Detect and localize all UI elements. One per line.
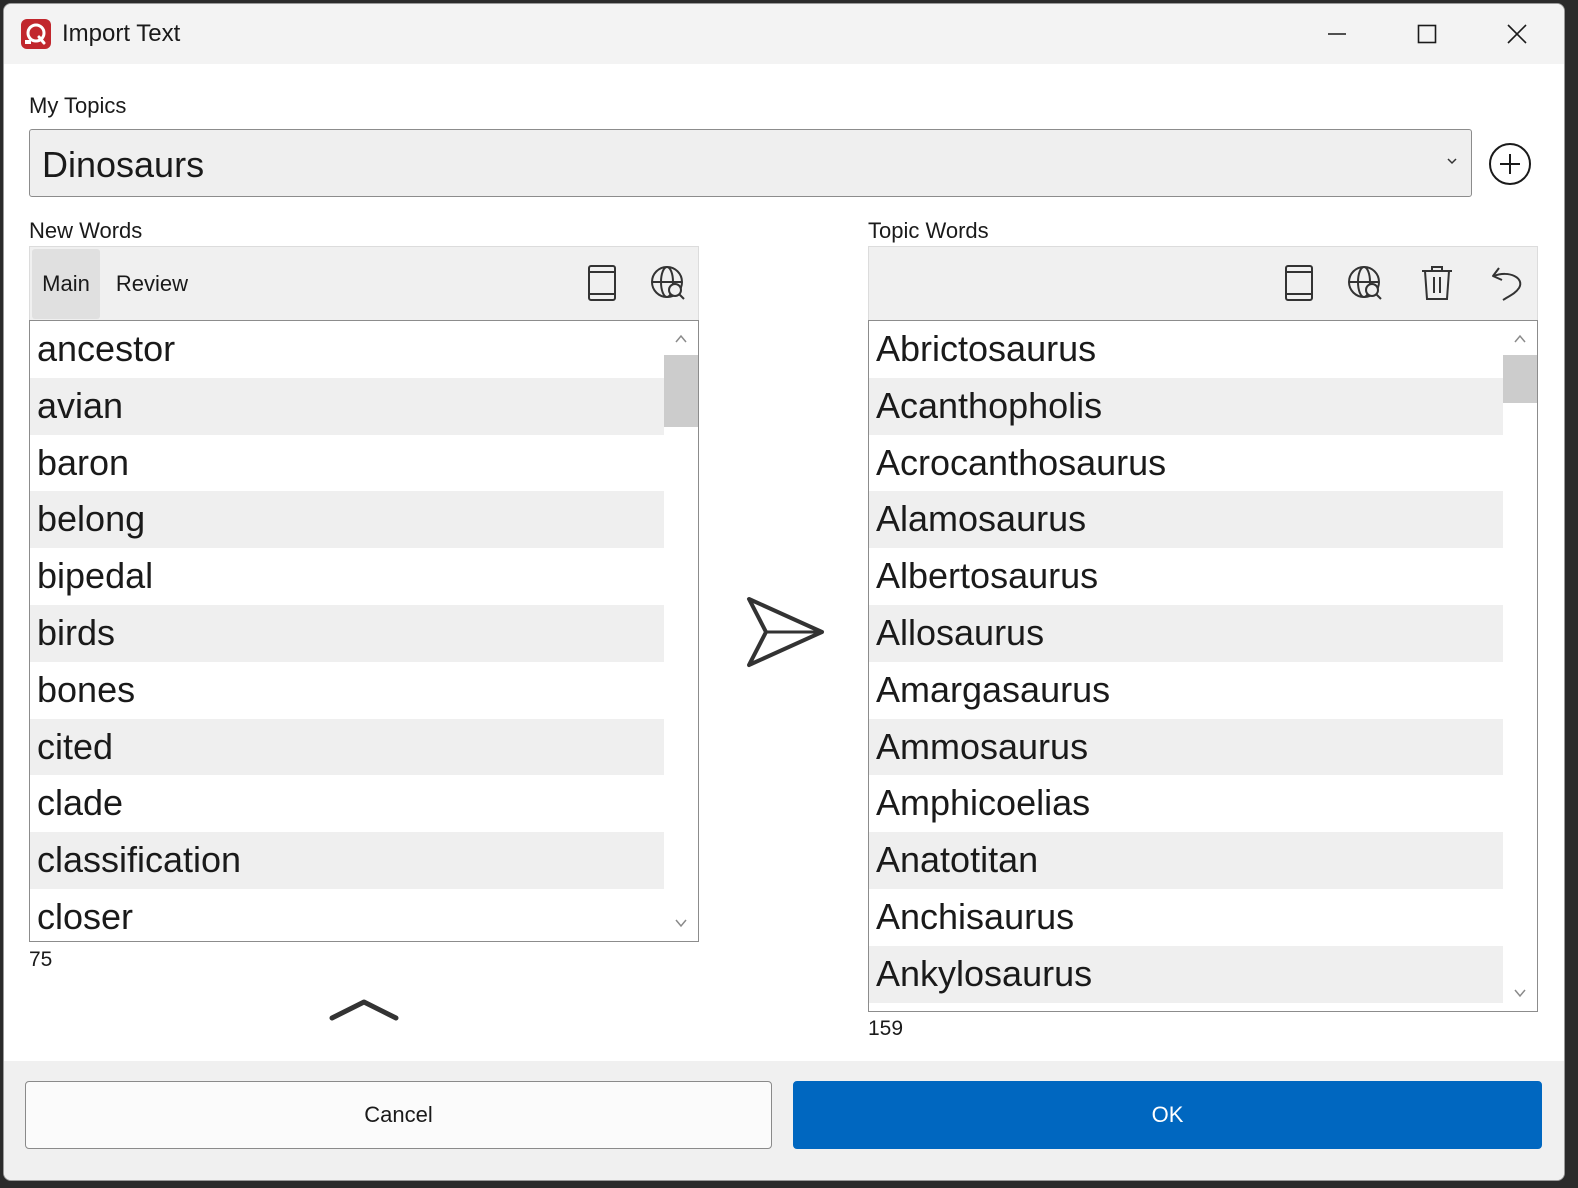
new-words-toolbar: Main Review xyxy=(29,246,699,320)
tab-review[interactable]: Review xyxy=(110,249,194,319)
list-item[interactable]: Acanthopholis xyxy=(869,377,1503,435)
dialog-footer: Cancel OK xyxy=(4,1061,1564,1180)
new-words-items: ancestor avian baron belong bipedal birds bone… xyxy=(30,321,664,941)
scroll-up-icon[interactable] xyxy=(1512,331,1528,347)
list-item[interactable]: Albertosaurus xyxy=(869,548,1503,605)
trash-icon xyxy=(1422,266,1452,300)
new-words-label: New Words xyxy=(29,218,143,243)
scroll-thumb[interactable] xyxy=(1503,355,1537,403)
new-words-dictionary-button[interactable] xyxy=(580,261,624,305)
list-item[interactable]: cited xyxy=(30,718,664,776)
list-item[interactable]: Allosaurus xyxy=(869,604,1503,662)
close-button[interactable] xyxy=(1472,4,1562,64)
new-words-list[interactable]: ancestor avian baron belong bipedal birds bone… xyxy=(29,320,699,942)
maximize-icon xyxy=(1417,24,1437,44)
list-item[interactable]: Anatotitan xyxy=(869,832,1503,889)
topic-words-scrollbar[interactable] xyxy=(1503,321,1537,1011)
list-item[interactable]: Amargasaurus xyxy=(869,662,1503,719)
send-to-topic-icon[interactable] xyxy=(744,594,828,670)
list-item[interactable]: birds xyxy=(30,604,664,662)
add-topic-button[interactable] xyxy=(1487,141,1533,187)
app-logo-icon xyxy=(21,19,51,49)
new-words-web-lookup-button[interactable] xyxy=(646,261,690,305)
topic-words-label: Topic Words xyxy=(868,218,989,243)
list-item[interactable]: Anchisaurus xyxy=(869,889,1503,946)
list-item[interactable]: Abrictosaurus xyxy=(869,321,1503,378)
minimize-button[interactable] xyxy=(1292,4,1382,64)
topic-words-toolbar xyxy=(868,246,1538,320)
list-item[interactable]: clade xyxy=(30,775,664,832)
topic-select-value: Dinosaurs xyxy=(42,144,205,185)
scroll-down-icon[interactable] xyxy=(1512,985,1528,1001)
minimize-icon xyxy=(1328,33,1346,35)
list-item[interactable]: closer xyxy=(30,889,664,941)
scroll-down-icon[interactable] xyxy=(673,915,689,931)
list-item[interactable]: Amphicoelias xyxy=(869,775,1503,832)
tab-main[interactable]: Main xyxy=(32,249,100,319)
window-title: Import Text xyxy=(62,20,181,47)
topic-words-delete-button[interactable] xyxy=(1415,261,1459,305)
close-icon xyxy=(1507,24,1527,44)
title-bar: Import Text xyxy=(4,4,1564,64)
import-text-dialog: Import Text My Topics Dinosaurs New Word… xyxy=(3,3,1565,1181)
globe-search-icon xyxy=(1348,266,1382,300)
topic-words-items: Abrictosaurus Acanthopholis Acrocanthosaur… xyxy=(869,321,1503,1003)
topic-words-dictionary-button[interactable] xyxy=(1277,261,1321,305)
book-icon xyxy=(1285,265,1313,301)
chevron-up-icon[interactable] xyxy=(328,994,400,1024)
list-item[interactable]: avian xyxy=(30,377,664,435)
topic-select[interactable]: Dinosaurs xyxy=(29,129,1472,197)
list-item[interactable]: Ammosaurus xyxy=(869,718,1503,776)
list-item[interactable]: Alamosaurus xyxy=(869,491,1503,549)
list-item[interactable]: belong xyxy=(30,491,664,549)
scroll-thumb[interactable] xyxy=(664,355,698,427)
list-item[interactable]: bipedal xyxy=(30,548,664,605)
ok-button[interactable]: OK xyxy=(793,1081,1542,1149)
list-item[interactable]: ancestor xyxy=(30,321,664,378)
list-item[interactable]: baron xyxy=(30,435,664,492)
book-icon xyxy=(588,265,616,301)
topic-words-list[interactable]: Abrictosaurus Acanthopholis Acrocanthosaur… xyxy=(868,320,1538,1012)
new-words-scrollbar[interactable] xyxy=(664,321,698,941)
list-item[interactable]: bones xyxy=(30,662,664,719)
cancel-button[interactable]: Cancel xyxy=(25,1081,772,1149)
topic-words-web-lookup-button[interactable] xyxy=(1343,261,1387,305)
list-item[interactable]: classification xyxy=(30,832,664,889)
list-item[interactable]: Ankylosaurus xyxy=(869,945,1503,1003)
list-item[interactable]: Acrocanthosaurus xyxy=(869,435,1503,492)
my-topics-label: My Topics xyxy=(29,93,127,118)
undo-icon xyxy=(1492,267,1522,301)
topic-words-count: 159 xyxy=(868,1017,904,1040)
maximize-button[interactable] xyxy=(1382,4,1472,64)
globe-search-icon xyxy=(651,266,685,300)
scroll-up-icon[interactable] xyxy=(673,331,689,347)
topic-words-undo-button[interactable] xyxy=(1485,261,1529,305)
chevron-down-icon xyxy=(1447,158,1457,165)
new-words-count: 75 xyxy=(29,948,53,971)
